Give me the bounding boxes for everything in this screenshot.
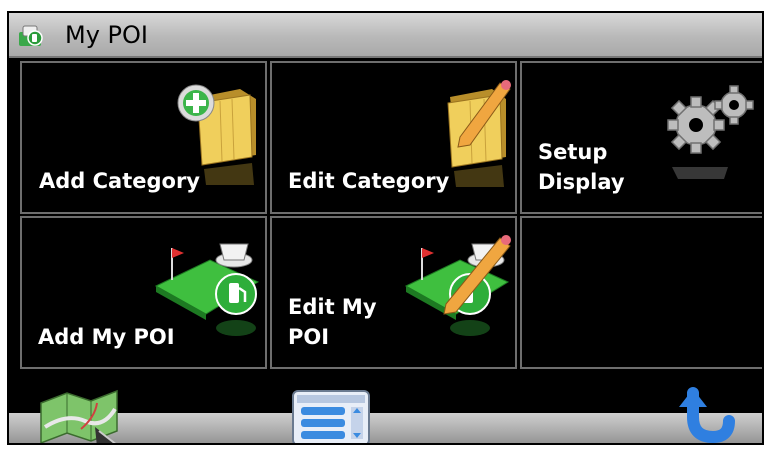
map-icon[interactable] bbox=[37, 387, 121, 445]
setup-display-button[interactable]: Setup Display bbox=[520, 61, 762, 214]
gear-icon bbox=[667, 85, 754, 179]
edit-my-poi-label-line1: Edit My bbox=[288, 295, 377, 319]
bottom-toolbar bbox=[9, 369, 762, 445]
setup-display-label-line2: Display bbox=[538, 170, 625, 194]
my-poi-app-icon bbox=[19, 25, 43, 46]
edit-category-button[interactable]: Edit Category bbox=[270, 61, 517, 214]
poi-edit-icon bbox=[404, 235, 511, 336]
folder-edit-icon bbox=[447, 80, 511, 187]
back-arrow-icon[interactable] bbox=[675, 387, 735, 445]
add-category-button[interactable]: Add Category bbox=[20, 61, 267, 214]
edit-category-label: Edit Category bbox=[288, 169, 450, 193]
edit-my-poi-label-line2: POI bbox=[288, 325, 330, 349]
empty-tile bbox=[520, 216, 762, 369]
title-bar: My POI bbox=[9, 13, 762, 58]
add-my-poi-button[interactable]: Add My POI bbox=[20, 216, 267, 369]
bottom-strip bbox=[9, 413, 762, 443]
add-category-label: Add Category bbox=[39, 169, 200, 193]
poi-screen: My POI Add Category Edit Category Setup … bbox=[7, 11, 764, 445]
menu-grid: Add Category Edit Category Setup Display… bbox=[18, 59, 762, 369]
setup-display-label-line1: Setup bbox=[538, 140, 608, 164]
page-title: My POI bbox=[65, 21, 148, 49]
menu-list-icon[interactable] bbox=[291, 389, 371, 445]
add-my-poi-label: Add My POI bbox=[38, 325, 175, 349]
edit-my-poi-button[interactable]: Edit My POI bbox=[270, 216, 517, 369]
